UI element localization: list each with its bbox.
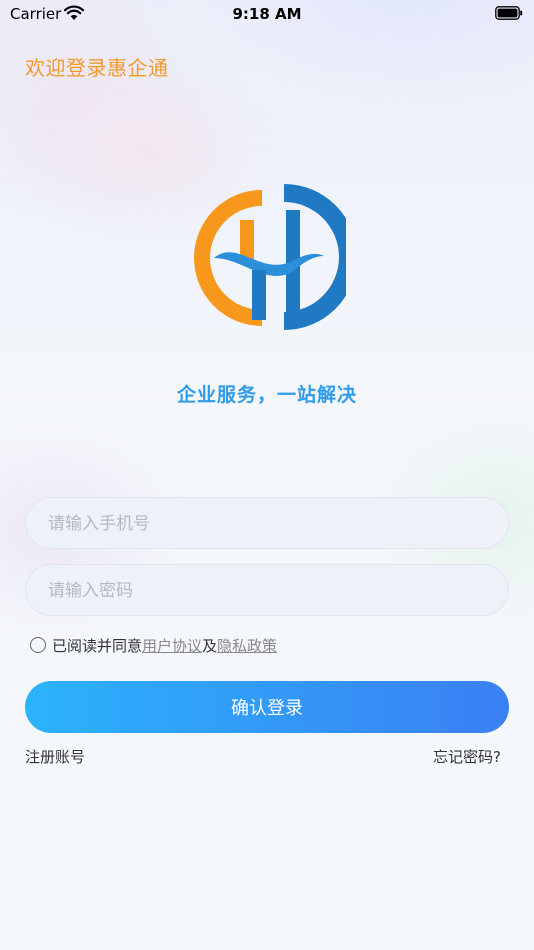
- login-button[interactable]: 确认登录: [25, 681, 509, 733]
- forgot-password-link[interactable]: 忘记密码?: [433, 746, 501, 767]
- welcome-title: 欢迎登录惠企通: [25, 56, 169, 80]
- password-field[interactable]: [25, 564, 509, 617]
- agreement-row: 已阅读并同意 用户协议 及 隐私政策: [30, 634, 277, 656]
- phone-input[interactable]: [46, 498, 490, 550]
- status-bar: Carrier 9:18 AM: [0, 0, 534, 28]
- slogan: 企业服务，一站解决: [176, 384, 357, 406]
- user-agreement-link[interactable]: 用户协议: [142, 635, 202, 656]
- clock: 9:18 AM: [232, 5, 302, 23]
- privacy-policy-link[interactable]: 隐私政策: [217, 635, 277, 656]
- battery-icon: [495, 6, 523, 20]
- agreement-radio[interactable]: [30, 637, 46, 653]
- phone-field[interactable]: [25, 497, 509, 550]
- agreement-and: 及: [202, 636, 218, 655]
- app-logo: [194, 184, 346, 330]
- register-link[interactable]: 注册账号: [25, 746, 85, 767]
- agreement-prefix: 已阅读并同意: [52, 636, 143, 655]
- password-input[interactable]: [46, 565, 490, 617]
- background: [0, 0, 534, 950]
